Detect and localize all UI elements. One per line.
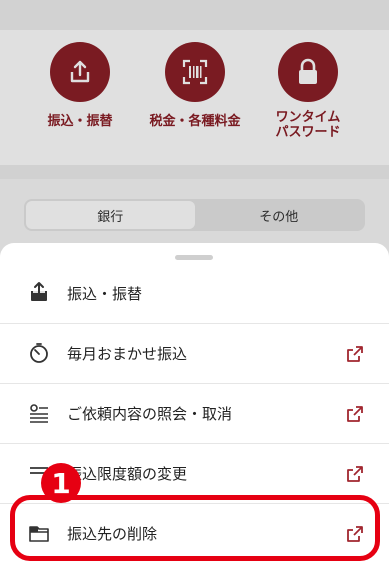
list-search-icon [27,401,51,425]
external-link-icon [345,404,365,424]
step-number-badge: 1 [41,463,81,503]
menu-item-transfer[interactable]: 振込・振替 [0,263,389,323]
external-link-icon [345,464,365,484]
drag-handle[interactable] [175,255,213,260]
menu-item-label: ご依頼内容の照会・取消 [67,405,233,423]
timer-icon [27,341,51,365]
upload-icon [27,280,51,304]
menu-item-label: 振込限度額の変更 [67,465,188,483]
menu-item-label: 毎月おまかせ振込 [67,345,188,363]
external-link-icon [345,344,365,364]
menu-item-monthly-auto-transfer[interactable]: 毎月おまかせ振込 [0,323,389,383]
highlight-frame [10,495,380,561]
menu-item-inquiry-cancel[interactable]: ご依頼内容の照会・取消 [0,383,389,443]
menu-item-label: 振込・振替 [67,284,143,303]
